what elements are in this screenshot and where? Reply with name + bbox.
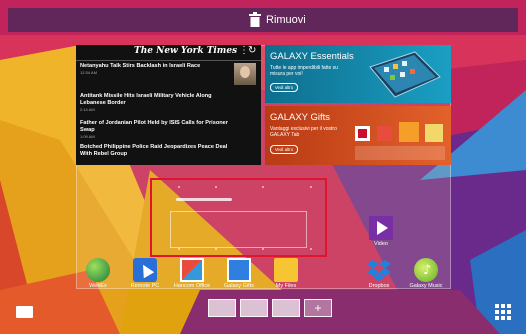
folder-shortcut-icon[interactable]: [16, 306, 33, 318]
webex-icon: [86, 258, 110, 282]
gift-app-icon: [377, 126, 392, 141]
video-icon: [369, 216, 393, 240]
remove-bar[interactable]: Rimuovi: [8, 8, 518, 32]
video-app[interactable]: Video: [361, 216, 401, 247]
news-item[interactable]: Netanyahu Talk Stirs Backlash in Israeli…: [80, 63, 230, 75]
gift-app-icon: [399, 122, 419, 142]
dock-app-hancom-office[interactable]: Hancom Office: [172, 258, 212, 289]
trash-icon: [249, 12, 261, 27]
dropbox-icon: [367, 260, 391, 281]
remote-pc-icon: [133, 258, 157, 282]
galaxy-gifts-widget[interactable]: GALAXY Gifts Vantaggi esclusivi per il v…: [265, 106, 451, 165]
folder-icon: [274, 258, 298, 282]
dock-app-galaxy-music[interactable]: ♪ Galaxy Music: [406, 258, 446, 289]
gift-shelf: [355, 146, 445, 160]
dock-app-webex[interactable]: WebEx: [78, 258, 118, 289]
selection-highlight: [150, 178, 327, 257]
dock-app-remote-pc[interactable]: Remote PC: [125, 258, 165, 289]
news-item[interactable]: Botched Philippine Police Raid Jeopardiz…: [80, 144, 230, 158]
add-page-button[interactable]: +: [304, 299, 332, 317]
news-item[interactable]: Father of Jordanian Pilot Held by ISIS C…: [80, 120, 230, 139]
remove-label: Rimuovi: [266, 14, 306, 26]
news-item[interactable]: Antitank Missile Hits Israeli Military V…: [80, 93, 230, 112]
gifts-more-button[interactable]: Vedi altro: [270, 145, 298, 154]
news-photo: [234, 63, 256, 85]
nyt-widget[interactable]: The New York Times ⋮ ↻ Netanyahu Talk St…: [76, 45, 261, 165]
nyt-logo: The New York Times: [134, 46, 238, 56]
gift-app-icon: [425, 124, 443, 142]
gift-app-icon: [355, 126, 370, 141]
galaxy-gifts-icon: [227, 258, 251, 282]
page-thumb[interactable]: [272, 299, 300, 317]
page-thumb[interactable]: [240, 299, 268, 317]
dock-app-my-files[interactable]: My Files: [266, 258, 306, 289]
music-icon: ♪: [414, 258, 438, 282]
galaxy-essentials-widget[interactable]: GALAXY Essentials Tutte le app imperdibi…: [265, 45, 451, 103]
hancom-office-icon: [180, 258, 204, 282]
tablets-image: [369, 51, 441, 98]
dock-app-dropbox[interactable]: Dropbox: [359, 258, 399, 289]
essentials-more-button[interactable]: Vedi altro: [270, 83, 298, 92]
dock-app-galaxy-gifts[interactable]: Galaxy Gifts: [219, 258, 259, 289]
refresh-icon[interactable]: ↻: [248, 45, 256, 56]
apps-grid-icon[interactable]: [495, 304, 511, 320]
page-thumb[interactable]: [208, 299, 236, 317]
